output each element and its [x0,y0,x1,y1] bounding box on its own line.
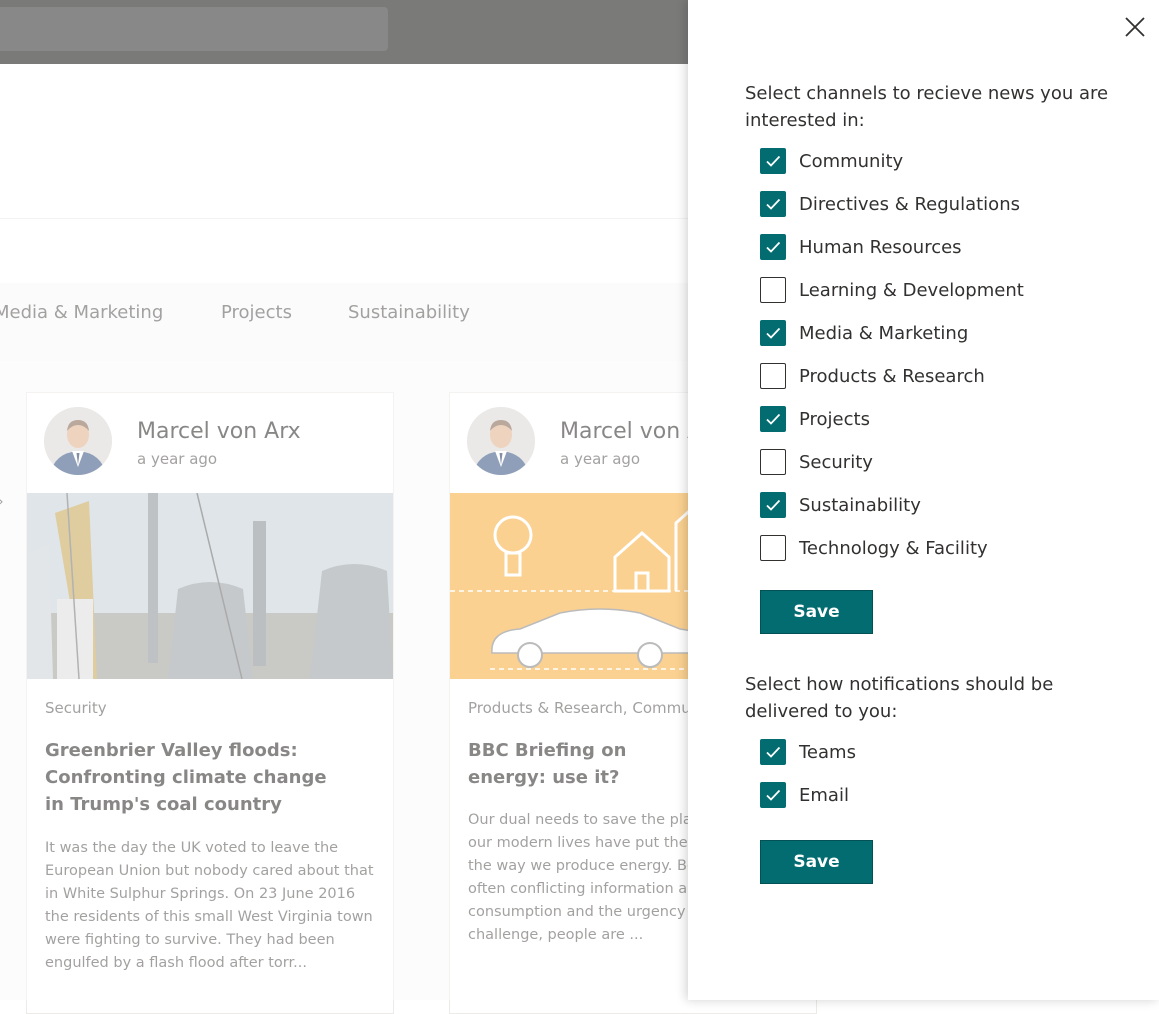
checkbox-label: Directives & Regulations [799,193,1020,215]
save-channels-button[interactable]: Save [760,590,873,634]
article-excerpt: It was the day the UK voted to leave the… [45,840,374,971]
delivery-teams[interactable]: Teams [760,738,856,766]
notification-settings-panel: Select channels to recieve news you are … [688,0,1159,1000]
delivery-email[interactable]: Email [760,781,849,809]
checkbox-label: Technology & Facility [799,537,988,559]
checkmark-icon [766,327,781,339]
avatar [467,407,535,475]
checkbox-checked[interactable] [760,782,786,808]
checkmark-icon [766,789,781,801]
checkmark-icon [766,413,781,425]
save-delivery-button[interactable]: Save [760,840,873,884]
checkbox-checked[interactable] [760,191,786,217]
checkmark-icon [766,499,781,511]
checkbox-label: Products & Research [799,365,985,387]
checkbox-label: Sustainability [799,494,921,516]
news-card[interactable]: Marcel von Arx a year ago Security Green… [26,392,394,1014]
channel-community[interactable]: Community [760,147,903,175]
checkbox-unchecked[interactable] [760,277,786,303]
article-title[interactable]: BBC Briefing on energy: use it? [468,737,698,791]
avatar [44,407,112,475]
article-category: Products & Research, Community [468,699,720,717]
channel-directives-and-regulations[interactable]: Directives & Regulations [760,190,1020,218]
checkbox-checked[interactable] [760,492,786,518]
checkbox-label: Community [799,150,904,172]
channel-technology-and-facility[interactable]: Technology & Facility [760,534,988,562]
checkbox-unchecked[interactable] [760,363,786,389]
checkmark-icon [766,746,781,758]
checkmark-icon [766,241,781,253]
modal-overlay-header [0,0,688,64]
nav-item-media-marketing[interactable]: Media & Marketing [0,302,163,323]
channel-learning-and-development[interactable]: Learning & Development [760,276,1024,304]
checkmark-icon [766,155,781,167]
checkbox-label: Security [799,451,873,473]
close-button[interactable] [1122,14,1148,40]
checkbox-checked[interactable] [760,406,786,432]
checkbox-unchecked[interactable] [760,449,786,475]
checkbox-checked[interactable] [760,234,786,260]
checkbox-label: Teams [799,741,856,763]
post-date: a year ago [137,450,218,468]
channel-security[interactable]: Security [760,448,873,476]
previous-arrow-icon[interactable]: › [0,494,4,510]
checkbox-checked[interactable] [760,148,786,174]
channel-sustainability[interactable]: Sustainability [760,491,921,519]
channel-products-and-research[interactable]: Products & Research [760,362,985,390]
channels-label: Select channels to recieve news you are … [745,83,1109,131]
checkbox-label: Human Resources [799,236,962,258]
close-icon [1125,17,1145,37]
article-category: Security [45,699,107,717]
checkbox-label: Media & Marketing [799,322,969,344]
article-image [27,493,393,679]
channel-projects[interactable]: Projects [760,405,870,433]
article-title[interactable]: Greenbrier Valley floods: Confronting cl… [45,737,345,818]
checkbox-label: Learning & Development [799,279,1024,301]
delivery-label: Select how notifications should be deliv… [745,674,1054,722]
nav-item-sustainability[interactable]: Sustainability [348,302,470,323]
checkbox-unchecked[interactable] [760,535,786,561]
checkbox-checked[interactable] [760,739,786,765]
checkbox-label: Projects [799,408,870,430]
author-name: Marcel von Arx [137,419,301,444]
post-date: a year ago [560,450,641,468]
checkmark-icon [766,198,781,210]
nav-item-projects[interactable]: Projects [221,302,292,323]
channel-media-and-marketing[interactable]: Media & Marketing [760,319,968,347]
checkbox-label: Email [799,784,849,806]
channel-human-resources[interactable]: Human Resources [760,233,962,261]
checkbox-checked[interactable] [760,320,786,346]
